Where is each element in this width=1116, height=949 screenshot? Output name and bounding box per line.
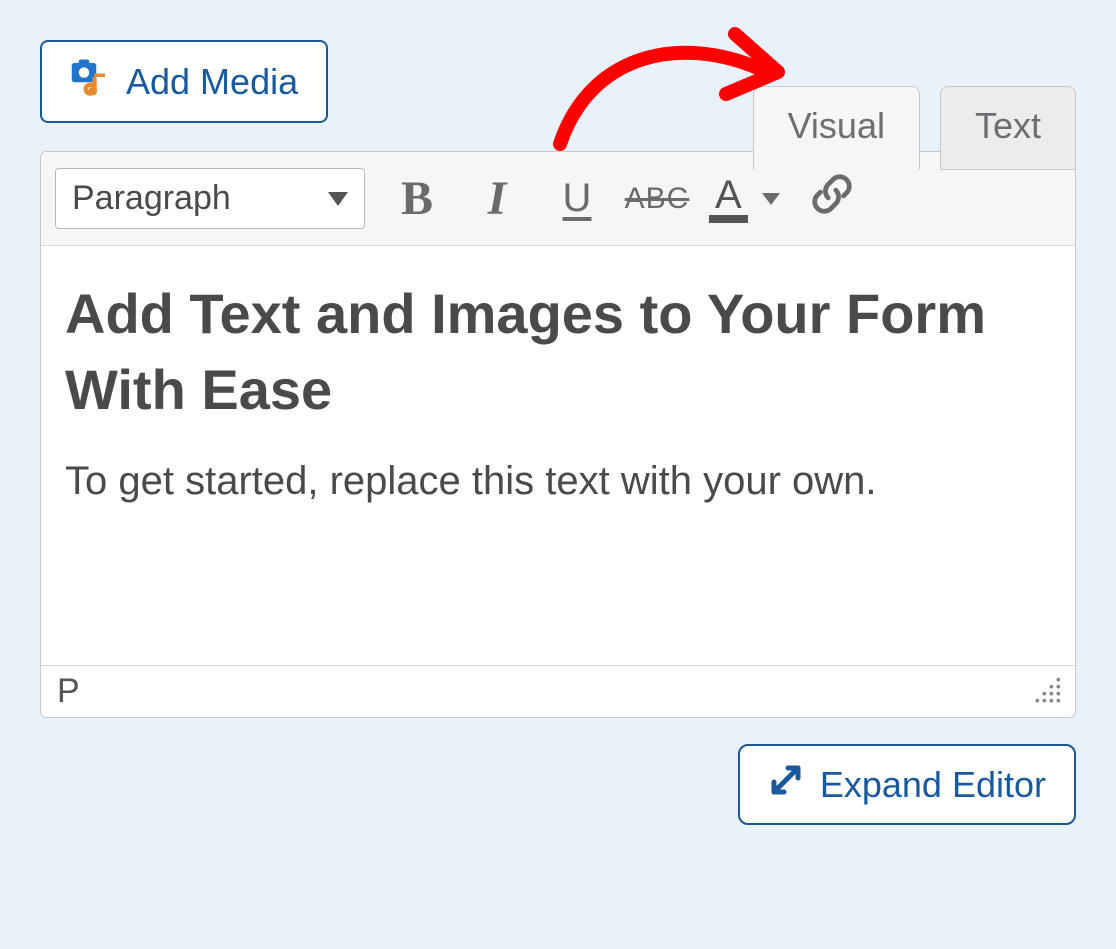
- element-path[interactable]: P: [57, 672, 80, 711]
- format-dropdown[interactable]: Paragraph: [55, 168, 365, 229]
- format-dropdown-label: Paragraph: [72, 179, 231, 218]
- tab-text-label: Text: [975, 105, 1041, 146]
- underline-button[interactable]: U: [549, 171, 605, 227]
- italic-button[interactable]: I: [469, 171, 525, 227]
- expand-editor-button[interactable]: Expand Editor: [738, 744, 1076, 825]
- text-color-button[interactable]: A: [709, 175, 780, 223]
- tab-text[interactable]: Text: [940, 86, 1076, 170]
- editor-content-area[interactable]: Add Text and Images to Your Form With Ea…: [41, 246, 1075, 666]
- add-media-label: Add Media: [126, 61, 298, 103]
- insert-link-button[interactable]: [804, 171, 860, 227]
- editor-tabs: Visual Text: [753, 86, 1076, 170]
- wysiwyg-editor: Paragraph B I U ABC A Add Text a: [40, 151, 1076, 718]
- link-icon: [809, 171, 855, 227]
- strikethrough-button[interactable]: ABC: [629, 171, 685, 227]
- tab-visual-label: Visual: [788, 105, 885, 146]
- editor-status-bar: P: [41, 666, 1075, 717]
- resize-handle[interactable]: [1035, 675, 1063, 708]
- chevron-down-icon: [762, 193, 780, 205]
- tab-visual[interactable]: Visual: [753, 86, 920, 170]
- bold-button[interactable]: B: [389, 171, 445, 227]
- text-color-letter: A: [709, 175, 748, 223]
- content-paragraph: To get started, replace this text with y…: [65, 459, 1051, 504]
- expand-editor-label: Expand Editor: [820, 764, 1046, 806]
- add-media-button[interactable]: Add Media: [40, 40, 328, 123]
- content-heading: Add Text and Images to Your Form With Ea…: [65, 276, 1051, 427]
- expand-icon: [768, 762, 804, 807]
- chevron-down-icon: [328, 192, 348, 206]
- camera-music-icon: [70, 56, 112, 107]
